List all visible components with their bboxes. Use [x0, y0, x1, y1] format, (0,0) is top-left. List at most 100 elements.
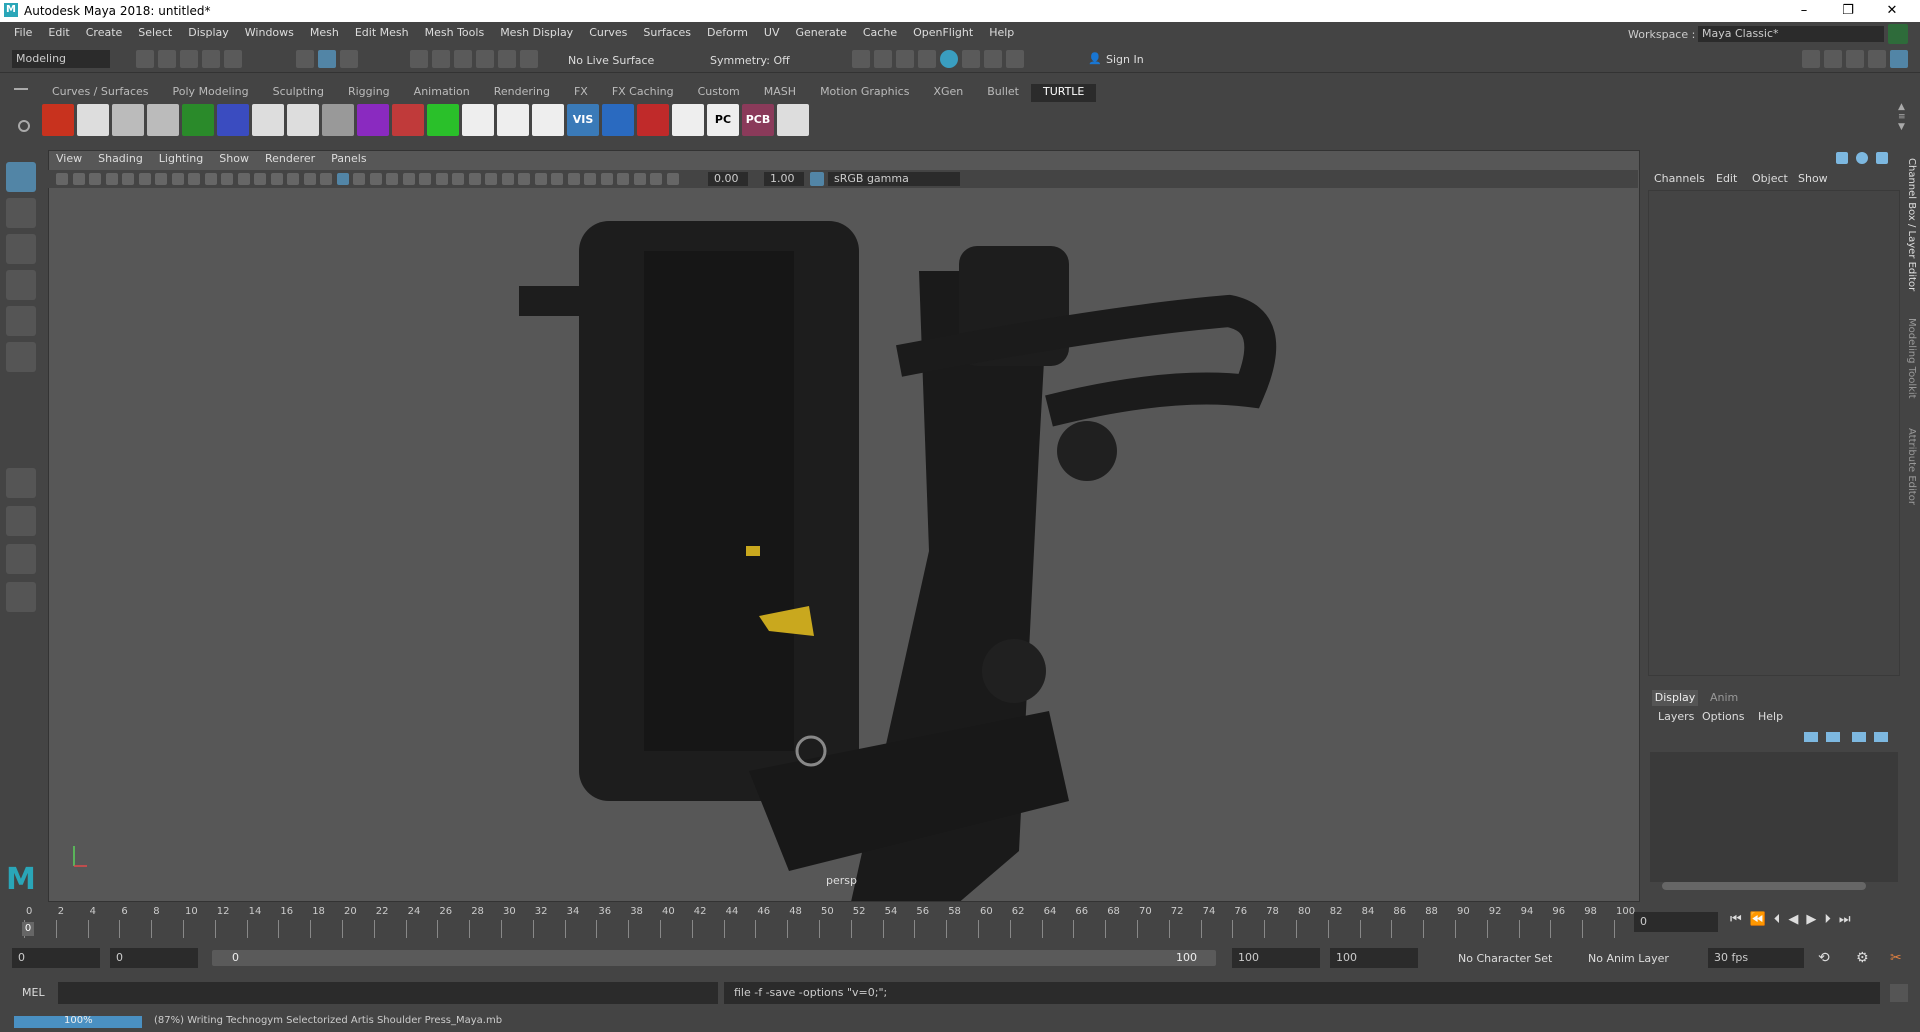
viewport-tool-10-icon[interactable]	[204, 173, 217, 185]
symmetry-label[interactable]: Symmetry: Off	[710, 54, 790, 67]
menu-cache[interactable]: Cache	[855, 26, 905, 39]
viewport-menu-view[interactable]: View	[48, 152, 90, 168]
menu-openflight[interactable]: OpenFlight	[905, 26, 981, 39]
color-space-select[interactable]: sRGB gamma	[828, 172, 960, 186]
menu-mesh-display[interactable]: Mesh Display	[492, 26, 581, 39]
auto-key-icon[interactable]: ✂	[1890, 950, 1902, 966]
anim-layer-select[interactable]: No Anim Layer	[1588, 952, 1669, 965]
viewport-tool-30-icon[interactable]	[534, 173, 547, 185]
shelf-tool-22-icon[interactable]	[777, 104, 809, 136]
new-layer-icon[interactable]	[1852, 732, 1866, 742]
viewport-tool-5-icon[interactable]	[122, 173, 134, 185]
outliner-layout-icon[interactable]	[6, 582, 36, 612]
channelbox-tab-edit[interactable]: Edit	[1716, 172, 1737, 185]
viewport-tool-22-icon[interactable]	[402, 173, 415, 185]
redo-icon[interactable]	[224, 50, 242, 68]
shelf-tab-poly-modeling[interactable]: Poly Modeling	[161, 84, 261, 102]
shelf-tab-xgen[interactable]: XGen	[921, 84, 975, 102]
close-button[interactable]: ✕	[1872, 2, 1912, 20]
shelf-tool-5-icon[interactable]	[182, 104, 214, 136]
viewport-menu-shading[interactable]: Shading	[90, 152, 151, 168]
snap-surface-icon[interactable]	[498, 50, 516, 68]
open-scene-icon[interactable]	[158, 50, 176, 68]
channelbox-tab-show[interactable]: Show	[1798, 172, 1828, 185]
time-slider[interactable]: 0 2 4 6 8 10 12 14 16 18 20 22 24 26 28 30 32 34 36 38 40 42 4…	[20, 904, 1635, 940]
snap-rotate-icon[interactable]	[520, 50, 538, 68]
play-forward-icon[interactable]: ▶	[1806, 912, 1824, 927]
layer-menu-help[interactable]: Help	[1758, 710, 1783, 723]
shelf-tool-15-icon[interactable]	[532, 104, 564, 136]
playback-end-field[interactable]: 100	[1232, 948, 1320, 968]
ipr-render-icon[interactable]	[896, 50, 914, 68]
viewport-tool-28-icon[interactable]	[501, 173, 514, 185]
move-tool-icon[interactable]	[6, 270, 36, 300]
viewport-tool-8-icon[interactable]	[171, 173, 184, 185]
viewport-tool-26-icon[interactable]	[468, 173, 481, 185]
shelf-tab-sculpting[interactable]: Sculpting	[261, 84, 336, 102]
channelbox-tab-object[interactable]: Object	[1752, 172, 1788, 185]
channel-box-icon[interactable]	[1868, 50, 1886, 68]
shelf-tab-fx[interactable]: FX	[562, 84, 600, 102]
modeling-toolkit-icon[interactable]	[1802, 50, 1820, 68]
select-object-icon[interactable]	[318, 50, 336, 68]
viewport-tool-36-icon[interactable]	[633, 173, 646, 185]
workspace-select[interactable]: Maya Classic*	[1698, 26, 1884, 42]
loop-icon[interactable]: ⟲	[1818, 950, 1830, 966]
command-lang-label[interactable]: MEL	[22, 986, 45, 999]
viewport-tool-27-icon[interactable]	[485, 173, 497, 185]
new-scene-icon[interactable]	[136, 50, 154, 68]
playback-start-field[interactable]: 0	[110, 948, 198, 968]
shelf-tool-3-icon[interactable]	[112, 104, 144, 136]
viewport-tool-25-icon[interactable]	[452, 173, 464, 185]
viewport-tool-33-icon[interactable]	[584, 173, 596, 185]
viewport-tool-13-icon[interactable]	[254, 173, 266, 185]
shelf-tool-1-icon[interactable]	[42, 104, 74, 136]
layer-tab-anim[interactable]: Anim	[1710, 691, 1738, 704]
step-back-frame-icon[interactable]: ⏴	[1774, 912, 1789, 927]
layer-list[interactable]	[1650, 752, 1898, 890]
single-view-layout-icon[interactable]	[6, 468, 36, 498]
scale-tool-icon[interactable]	[6, 342, 36, 372]
select-hierarchy-icon[interactable]	[296, 50, 314, 68]
snap-point-icon[interactable]	[454, 50, 472, 68]
viewport-tool-23-icon[interactable]	[419, 173, 431, 185]
menu-mesh[interactable]: Mesh	[302, 26, 347, 39]
color-management-icon[interactable]	[810, 172, 824, 186]
viewport-tool-11-icon[interactable]	[221, 173, 233, 185]
pause-viewport-icon[interactable]	[1006, 50, 1024, 68]
viewport-tool-24-icon[interactable]	[435, 173, 448, 185]
render-view-icon[interactable]	[852, 50, 870, 68]
shelf-tool-11-icon[interactable]	[392, 104, 424, 136]
menu-uv[interactable]: UV	[756, 26, 788, 39]
undo-icon[interactable]	[202, 50, 220, 68]
shelf-tab-animation[interactable]: Animation	[402, 84, 482, 102]
viewport-tool-32-icon[interactable]	[567, 173, 580, 185]
shelf-tool-18-icon[interactable]	[637, 104, 669, 136]
menu-surfaces[interactable]: Surfaces	[635, 26, 699, 39]
go-to-start-icon[interactable]: ⏮	[1730, 912, 1750, 927]
shelf-tab-custom[interactable]: Custom	[686, 84, 752, 102]
step-forward-frame-icon[interactable]: ⏵	[1824, 912, 1839, 927]
menu-help[interactable]: Help	[981, 26, 1022, 39]
command-input[interactable]	[58, 982, 718, 1004]
scene-start-field[interactable]: 0	[12, 948, 100, 968]
viewport-tool-18-icon[interactable]	[336, 173, 349, 185]
step-back-key-icon[interactable]: ⏪	[1750, 912, 1774, 927]
exposure-field[interactable]: 0.00	[708, 172, 748, 186]
shelf-tool-7-icon[interactable]	[252, 104, 284, 136]
animation-prefs-icon[interactable]: ⚙	[1856, 950, 1869, 966]
viewport-tool-37-icon[interactable]	[650, 173, 662, 185]
select-component-icon[interactable]	[340, 50, 358, 68]
viewport-tool-1-icon[interactable]	[56, 173, 68, 185]
range-slider[interactable]: 0 100	[212, 950, 1216, 966]
go-to-end-icon[interactable]: ⏭	[1839, 912, 1859, 927]
shelf-tool-14-icon[interactable]	[497, 104, 529, 136]
channelbox-toggle-icon[interactable]	[1836, 152, 1848, 164]
layer-menu-options[interactable]: Options	[1702, 710, 1744, 723]
side-tab-modeling-toolkit[interactable]: Modeling Toolkit	[1906, 318, 1917, 399]
viewport-tool-29-icon[interactable]	[518, 173, 530, 185]
viewport-tool-31-icon[interactable]	[551, 173, 563, 185]
light-editor-icon[interactable]	[984, 50, 1002, 68]
viewport-tool-4-icon[interactable]	[105, 173, 118, 185]
snap-grid-icon[interactable]	[410, 50, 428, 68]
